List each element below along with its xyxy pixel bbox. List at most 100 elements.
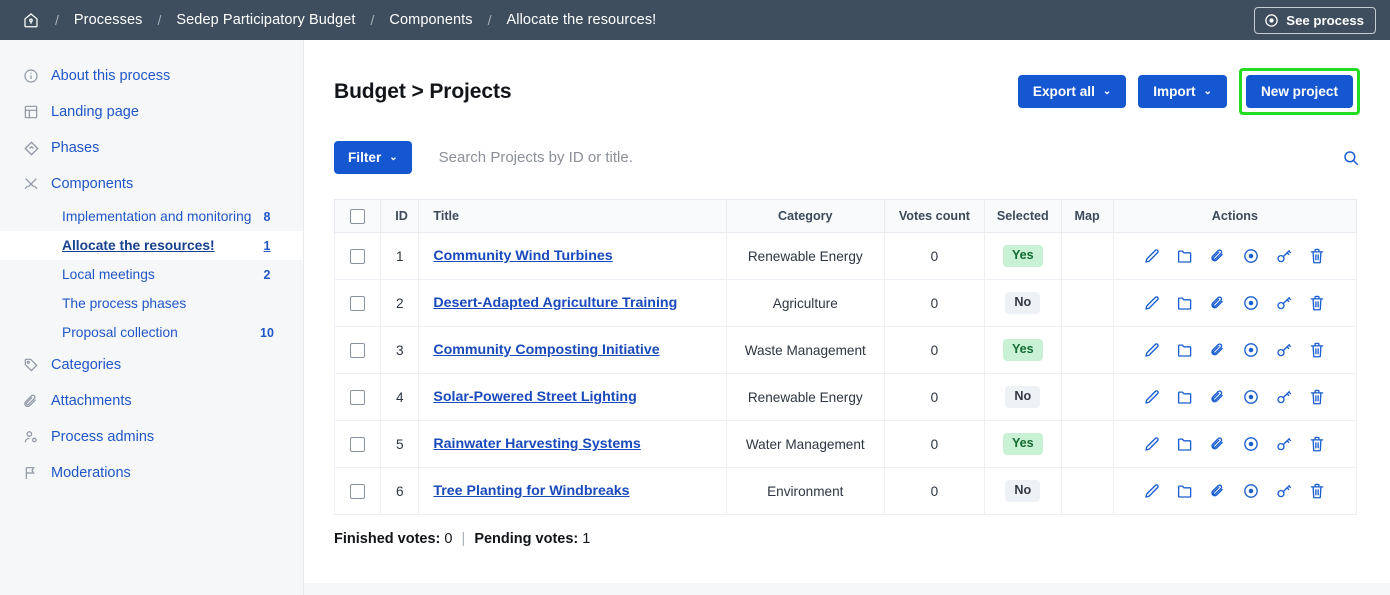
- sidebar-subitem-label: Proposal collection: [62, 325, 257, 340]
- breadcrumb-item-participatory-budget[interactable]: Sedep Participatory Budget: [176, 12, 355, 28]
- project-title-link[interactable]: Community Wind Turbines: [433, 248, 612, 264]
- breadcrumb-item-processes[interactable]: Processes: [74, 12, 143, 28]
- column-header-category[interactable]: Category: [726, 200, 884, 233]
- sidebar-item-landing-page[interactable]: Landing page: [0, 94, 303, 130]
- key-icon: [1275, 435, 1293, 453]
- pencil-action[interactable]: [1143, 341, 1161, 359]
- column-header-votes-count[interactable]: Votes count: [884, 200, 984, 233]
- cell-map: [1061, 374, 1113, 421]
- cell-title: Solar-Powered Street Lighting: [419, 374, 727, 421]
- project-title-link[interactable]: Tree Planting for Windbreaks: [433, 483, 629, 499]
- row-select-cell: [335, 280, 381, 327]
- search-icon[interactable]: [1342, 149, 1360, 167]
- row-checkbox[interactable]: [350, 296, 365, 311]
- sidebar-subitem-implementation-and-monitoring[interactable]: Implementation and monitoring 8: [0, 202, 303, 231]
- cell-selected: Yes: [985, 421, 1061, 468]
- paperclip-action[interactable]: [1209, 247, 1227, 265]
- tools-icon: [22, 176, 40, 192]
- sidebar-subitem-count: 8: [257, 210, 277, 224]
- see-process-button[interactable]: See process: [1254, 7, 1376, 34]
- sidebar-item-phases[interactable]: Phases: [0, 130, 303, 166]
- sidebar-item-moderations[interactable]: Moderations: [0, 455, 303, 491]
- key-action[interactable]: [1275, 294, 1293, 312]
- key-action[interactable]: [1275, 341, 1293, 359]
- pencil-action[interactable]: [1143, 435, 1161, 453]
- pencil-action[interactable]: [1143, 294, 1161, 312]
- key-action[interactable]: [1275, 388, 1293, 406]
- folder-action[interactable]: [1176, 388, 1194, 406]
- project-title-link[interactable]: Rainwater Harvesting Systems: [433, 436, 640, 452]
- sidebar-subitem-allocate-the-resources[interactable]: Allocate the resources! 1: [0, 231, 303, 260]
- row-checkbox[interactable]: [350, 249, 365, 264]
- cell-votes-count: 0: [884, 468, 984, 515]
- row-checkbox[interactable]: [350, 437, 365, 452]
- key-action[interactable]: [1275, 482, 1293, 500]
- search-input[interactable]: [439, 143, 1332, 172]
- paperclip-action[interactable]: [1209, 294, 1227, 312]
- column-header-title[interactable]: Title: [419, 200, 727, 233]
- folder-action[interactable]: [1176, 294, 1194, 312]
- folder-action[interactable]: [1176, 482, 1194, 500]
- paperclip-action[interactable]: [1209, 341, 1227, 359]
- pencil-action[interactable]: [1143, 482, 1161, 500]
- paperclip-action[interactable]: [1209, 482, 1227, 500]
- folder-action[interactable]: [1176, 341, 1194, 359]
- import-button[interactable]: Import ⌄: [1138, 75, 1227, 108]
- home-icon[interactable]: [22, 11, 40, 29]
- pencil-action[interactable]: [1143, 388, 1161, 406]
- tag-icon: [22, 357, 40, 373]
- row-checkbox[interactable]: [350, 343, 365, 358]
- trash-action[interactable]: [1308, 482, 1326, 500]
- cell-actions: [1113, 280, 1356, 327]
- cell-id: 1: [381, 233, 419, 280]
- row-checkbox[interactable]: [350, 390, 365, 405]
- row-checkbox[interactable]: [350, 484, 365, 499]
- new-project-button[interactable]: New project: [1246, 75, 1353, 108]
- project-title-link[interactable]: Solar-Powered Street Lighting: [433, 389, 636, 405]
- pencil-action[interactable]: [1143, 247, 1161, 265]
- breadcrumb-item-allocate-the-resources[interactable]: Allocate the resources!: [507, 12, 657, 28]
- sidebar-item-label: Categories: [51, 357, 121, 373]
- export-all-button[interactable]: Export all ⌄: [1018, 75, 1126, 108]
- trash-action[interactable]: [1308, 247, 1326, 265]
- sidebar-item-about-this-process[interactable]: About this process: [0, 58, 303, 94]
- eye-action[interactable]: [1242, 341, 1260, 359]
- sidebar-subitem-proposal-collection[interactable]: Proposal collection 10: [0, 318, 303, 347]
- eye-action[interactable]: [1242, 482, 1260, 500]
- column-header-map[interactable]: Map: [1061, 200, 1113, 233]
- sidebar-item-categories[interactable]: Categories: [0, 347, 303, 383]
- key-action[interactable]: [1275, 247, 1293, 265]
- trash-icon: [1308, 435, 1326, 453]
- trash-action[interactable]: [1308, 435, 1326, 453]
- trash-action[interactable]: [1308, 341, 1326, 359]
- sidebar-item-attachments[interactable]: Attachments: [0, 383, 303, 419]
- column-header-selected[interactable]: Selected: [985, 200, 1061, 233]
- project-title-link[interactable]: Community Composting Initiative: [433, 342, 659, 358]
- folder-icon: [1176, 294, 1194, 312]
- eye-action[interactable]: [1242, 388, 1260, 406]
- key-action[interactable]: [1275, 435, 1293, 453]
- filter-button[interactable]: Filter ⌄: [334, 141, 412, 174]
- cell-actions: [1113, 233, 1356, 280]
- sidebar-item-process-admins[interactable]: Process admins: [0, 419, 303, 455]
- sidebar-item-components[interactable]: Components: [0, 166, 303, 202]
- folder-action[interactable]: [1176, 435, 1194, 453]
- cell-category: Renewable Energy: [726, 233, 884, 280]
- cell-title: Tree Planting for Windbreaks: [419, 468, 727, 515]
- eye-icon: [1242, 388, 1260, 406]
- folder-action[interactable]: [1176, 247, 1194, 265]
- sidebar-subitem-local-meetings[interactable]: Local meetings 2: [0, 260, 303, 289]
- trash-action[interactable]: [1308, 294, 1326, 312]
- project-title-link[interactable]: Desert-Adapted Agriculture Training: [433, 295, 677, 311]
- eye-action[interactable]: [1242, 294, 1260, 312]
- sidebar-subitem-the-process-phases[interactable]: The process phases: [0, 289, 303, 318]
- trash-action[interactable]: [1308, 388, 1326, 406]
- cell-id: 6: [381, 468, 419, 515]
- paperclip-action[interactable]: [1209, 435, 1227, 453]
- select-all-checkbox[interactable]: [350, 209, 365, 224]
- column-header-id[interactable]: ID: [381, 200, 419, 233]
- eye-action[interactable]: [1242, 247, 1260, 265]
- paperclip-action[interactable]: [1209, 388, 1227, 406]
- eye-action[interactable]: [1242, 435, 1260, 453]
- breadcrumb-item-components[interactable]: Components: [389, 12, 472, 28]
